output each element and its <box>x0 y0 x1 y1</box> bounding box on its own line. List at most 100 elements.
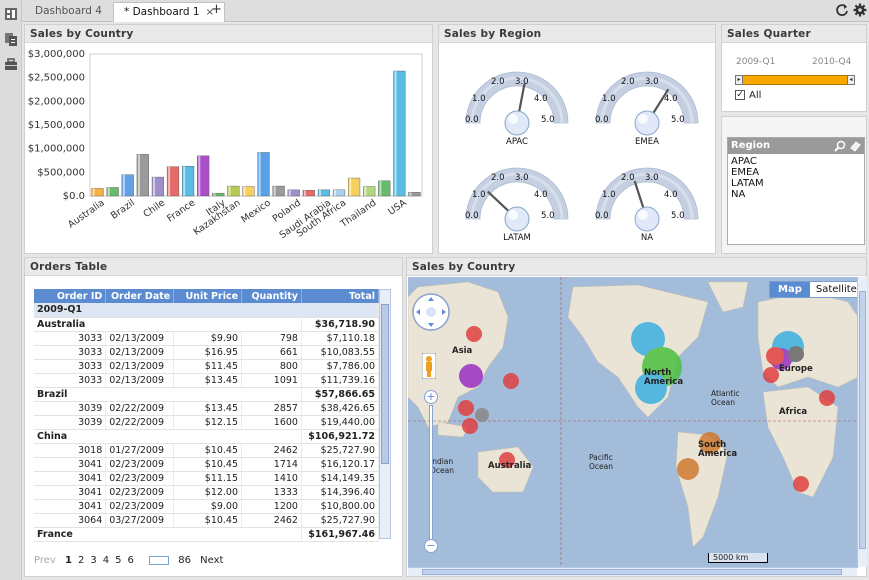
zoom-track[interactable] <box>429 405 433 540</box>
left-toolbar <box>0 0 22 580</box>
page-input[interactable] <box>149 555 170 565</box>
table-row[interactable]: 3041 02/23/2009 $10.45 1714 $16,120.17 <box>34 457 380 472</box>
bar-highlight <box>319 189 322 196</box>
table-cell: 1200 <box>241 499 302 514</box>
table-cell: $10.45 <box>173 513 243 528</box>
pan-control[interactable] <box>411 292 451 332</box>
region-list-item[interactable]: EMEA <box>728 167 864 178</box>
y-tick-label: $2,000,000 <box>28 96 85 107</box>
refresh-icon[interactable] <box>835 3 849 17</box>
street-view-icon[interactable] <box>422 353 436 379</box>
page-link[interactable]: 2 <box>78 555 84 566</box>
region-list-item[interactable]: NA <box>728 189 864 200</box>
column-header[interactable]: Quantity <box>241 289 302 303</box>
dashboard-icon[interactable] <box>4 7 18 21</box>
table-cell: 2462 <box>241 513 302 528</box>
slider-handle-end[interactable]: ◂ <box>847 75 855 85</box>
greenland-landmass <box>707 281 749 313</box>
all-checkbox[interactable]: ✓ <box>735 90 745 100</box>
gear-icon[interactable] <box>853 3 867 17</box>
table-row[interactable]: 3039 02/22/2009 $12.15 1600 $19,440.00 <box>34 415 380 430</box>
region-list-item[interactable]: APAC <box>728 156 864 167</box>
region-list-header: Region <box>728 138 864 154</box>
page-link[interactable]: 4 <box>103 555 109 566</box>
scrollbar-thumb[interactable] <box>422 569 842 575</box>
sales-by-country-chart-panel: Sales by Country $3,000,000 $2,500,000 $2,… <box>24 24 433 254</box>
page-link[interactable]: 5 <box>115 555 121 566</box>
column-header[interactable]: Order ID <box>34 289 107 303</box>
bar-highlight <box>198 155 201 196</box>
map-label: Atlantic Ocean <box>711 389 740 407</box>
gauge-tick-label: 2.0 <box>491 173 505 183</box>
table-row[interactable]: 3033 02/13/2009 $13.45 1091 $11,739.16 <box>34 373 380 388</box>
map-horizontal-scrollbar[interactable] <box>408 567 857 576</box>
table-row[interactable]: 3041 02/23/2009 $11.15 1410 $14,149.35 <box>34 471 380 486</box>
zoom-out-button[interactable]: − <box>424 539 438 553</box>
page-link[interactable]: 6 <box>127 555 133 566</box>
prev-link[interactable]: Prev <box>34 555 56 566</box>
country-row[interactable]: France $161,967.46 <box>34 527 380 542</box>
table-row[interactable]: 3064 03/27/2009 $10.45 2462 $25,727.90 <box>34 513 380 528</box>
table-cell: $7,786.00 <box>301 359 380 374</box>
map-type-satellite-button[interactable]: Satellite <box>810 282 858 297</box>
gauge-tick-label: 5.0 <box>671 211 685 221</box>
zoom-in-button[interactable]: + <box>424 390 438 404</box>
gauge-latam: 0.0 1.0 2.0 3.0 4.0 5.0 LATAM <box>458 161 576 243</box>
country-group-label: China <box>34 429 302 444</box>
scrollbar-thumb[interactable] <box>859 291 866 549</box>
table-cell: 01/27/2009 <box>105 443 175 458</box>
table-row[interactable]: 3041 02/23/2009 $12.00 1333 $14,396.40 <box>34 485 380 500</box>
last-page-link[interactable]: 86 <box>178 555 191 566</box>
column-header[interactable]: Unit Price <box>173 289 243 303</box>
table-row[interactable]: 3018 01/27/2009 $10.45 2462 $25,727.90 <box>34 443 380 458</box>
region-list-item[interactable]: LATAM <box>728 178 864 189</box>
gauge-tick-label: 5.0 <box>671 115 685 125</box>
table-row[interactable]: 3039 02/22/2009 $13.45 2857 $38,426.65 <box>34 401 380 416</box>
country-row[interactable]: Brazil $57,866.65 <box>34 387 380 402</box>
next-link[interactable]: Next <box>200 555 223 566</box>
country-row[interactable]: Australia $36,718.90 <box>34 317 380 332</box>
tab-dashboard-4[interactable]: Dashboard 4 <box>25 2 112 22</box>
table-row[interactable]: 3033 02/13/2009 $11.45 800 $7,786.00 <box>34 359 380 374</box>
table-cell: 798 <box>241 331 302 346</box>
table-scrollbar[interactable] <box>379 289 391 539</box>
table-cell: 3033 <box>34 345 107 360</box>
bar-highlight <box>364 186 367 196</box>
search-icon[interactable] <box>834 140 846 152</box>
page-link[interactable]: 3 <box>90 555 96 566</box>
table-cell: $10,800.00 <box>301 499 380 514</box>
country-subtotal: $161,967.46 <box>301 527 380 542</box>
quarter-range-slider[interactable]: ▸ ◂ <box>735 75 855 85</box>
page-link[interactable]: 1 <box>65 555 72 566</box>
table-cell: $13.45 <box>173 401 243 416</box>
table-cell: 1410 <box>241 471 302 486</box>
table-row[interactable]: 3033 02/13/2009 $16.95 661 $10,083.55 <box>34 345 380 360</box>
table-row[interactable]: 3041 02/23/2009 $9.00 1200 $10,800.00 <box>34 499 380 514</box>
gauge-tick-label: 3.0 <box>515 173 529 183</box>
eraser-icon[interactable] <box>849 140 861 152</box>
column-header[interactable]: Total <box>301 289 380 303</box>
country-subtotal: $106,921.72 <box>301 429 380 444</box>
bar-highlight <box>394 71 397 196</box>
scrollbar-thumb[interactable] <box>381 304 389 464</box>
bar-highlight <box>409 192 412 196</box>
gauge-tick-label: 0.0 <box>595 115 609 125</box>
bar-highlight <box>243 186 246 196</box>
map-scale: 5000 km <box>708 553 768 563</box>
table-cell: $10.45 <box>173 457 243 472</box>
table-row[interactable]: 3033 02/13/2009 $9.90 798 $7,110.18 <box>34 331 380 346</box>
table-cell: $25,727.90 <box>301 443 380 458</box>
map-vertical-scrollbar[interactable] <box>857 277 867 567</box>
add-tab-button[interactable]: + <box>211 2 222 17</box>
world-map[interactable]: Asia North America Atlantic Ocean Europe Afr… <box>408 277 858 568</box>
reports-icon[interactable] <box>4 32 18 46</box>
slider-handle-start[interactable]: ▸ <box>735 75 743 85</box>
region-list: Region APAC EMEA LATAM NA <box>727 137 865 245</box>
column-header[interactable]: Order Date <box>105 289 175 303</box>
country-row[interactable]: China $106,921.72 <box>34 429 380 444</box>
map-type-map-button[interactable]: Map <box>770 282 810 297</box>
table-cell: $12.15 <box>173 415 243 430</box>
tab-dashboard-1[interactable]: * Dashboard 1 × <box>113 2 225 22</box>
toolbox-icon[interactable] <box>4 57 18 71</box>
table-cell: $11.15 <box>173 471 243 486</box>
